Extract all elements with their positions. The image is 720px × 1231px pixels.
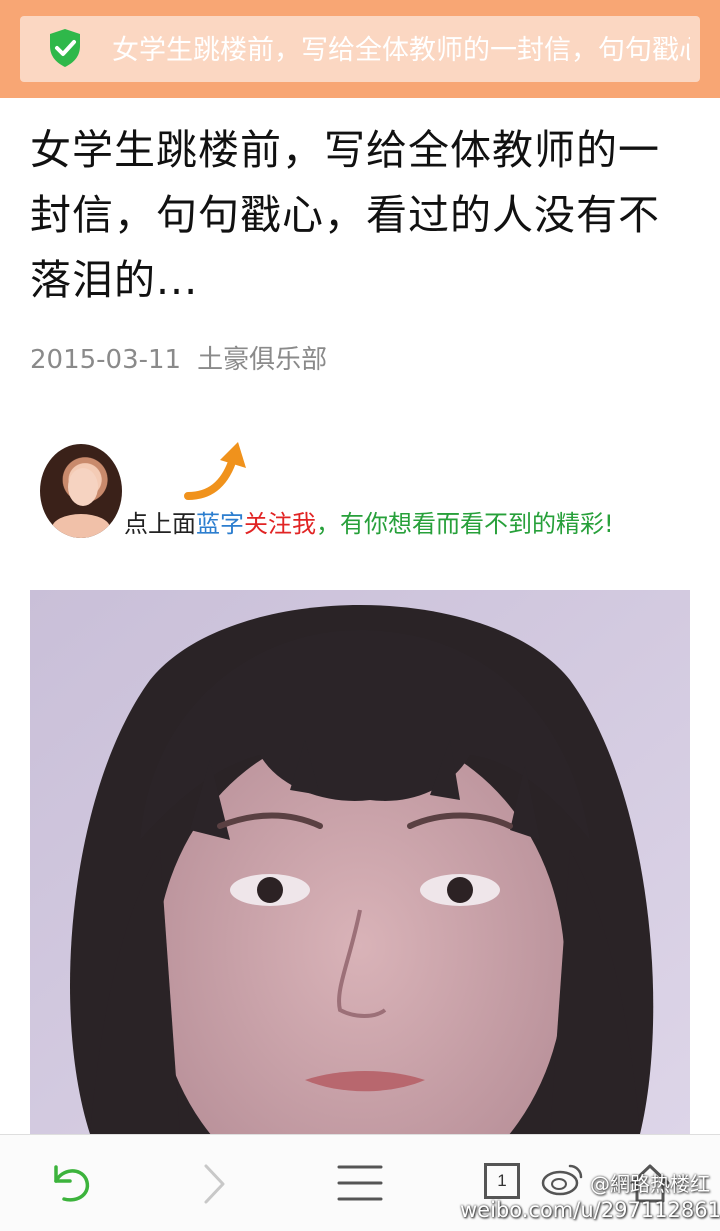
- follow-prompt-text: 点上面蓝字关注我，有你想看而看不到的精彩!: [124, 510, 614, 538]
- page-title-bar-text[interactable]: 女学生跳楼前，写给全体教师的一封信，句句戳心，看过的人没有不落泪的...: [112, 32, 690, 70]
- article-photo: [30, 590, 690, 1134]
- top-title-bar: 女学生跳楼前，写给全体教师的一封信，句句戳心，看过的人没有不落泪的...: [0, 0, 720, 98]
- watermark-url: weibo.com/u/2971128610: [460, 1198, 720, 1222]
- article-author-link[interactable]: 土豪俱乐部: [197, 345, 327, 375]
- back-button[interactable]: [20, 1135, 120, 1231]
- watermark-handle: @網路热楼红: [590, 1172, 710, 1196]
- weibo-watermark: @網路热楼红 weibo.com/u/2971128610: [460, 1160, 720, 1228]
- article-date: 2015-03-11: [30, 345, 182, 375]
- forward-button[interactable]: [165, 1135, 265, 1231]
- menu-icon: [337, 1165, 383, 1201]
- avatar: [40, 444, 122, 538]
- chevron-right-icon: [204, 1164, 225, 1204]
- shield-check-icon: [50, 29, 80, 67]
- back-arrow-icon: [54, 1165, 90, 1202]
- follow-banner: 点上面蓝字关注我，有你想看而看不到的精彩!: [30, 436, 700, 548]
- article-title: 女学生跳楼前，写给全体教师的一封信，句句戳心，看过的人没有不落泪的...: [30, 126, 660, 304]
- curved-arrow-icon: [184, 442, 246, 500]
- menu-button[interactable]: [310, 1135, 410, 1231]
- article-meta: 2015-03-11 土豪俱乐部: [30, 340, 327, 380]
- weibo-logo-icon: [541, 1164, 583, 1196]
